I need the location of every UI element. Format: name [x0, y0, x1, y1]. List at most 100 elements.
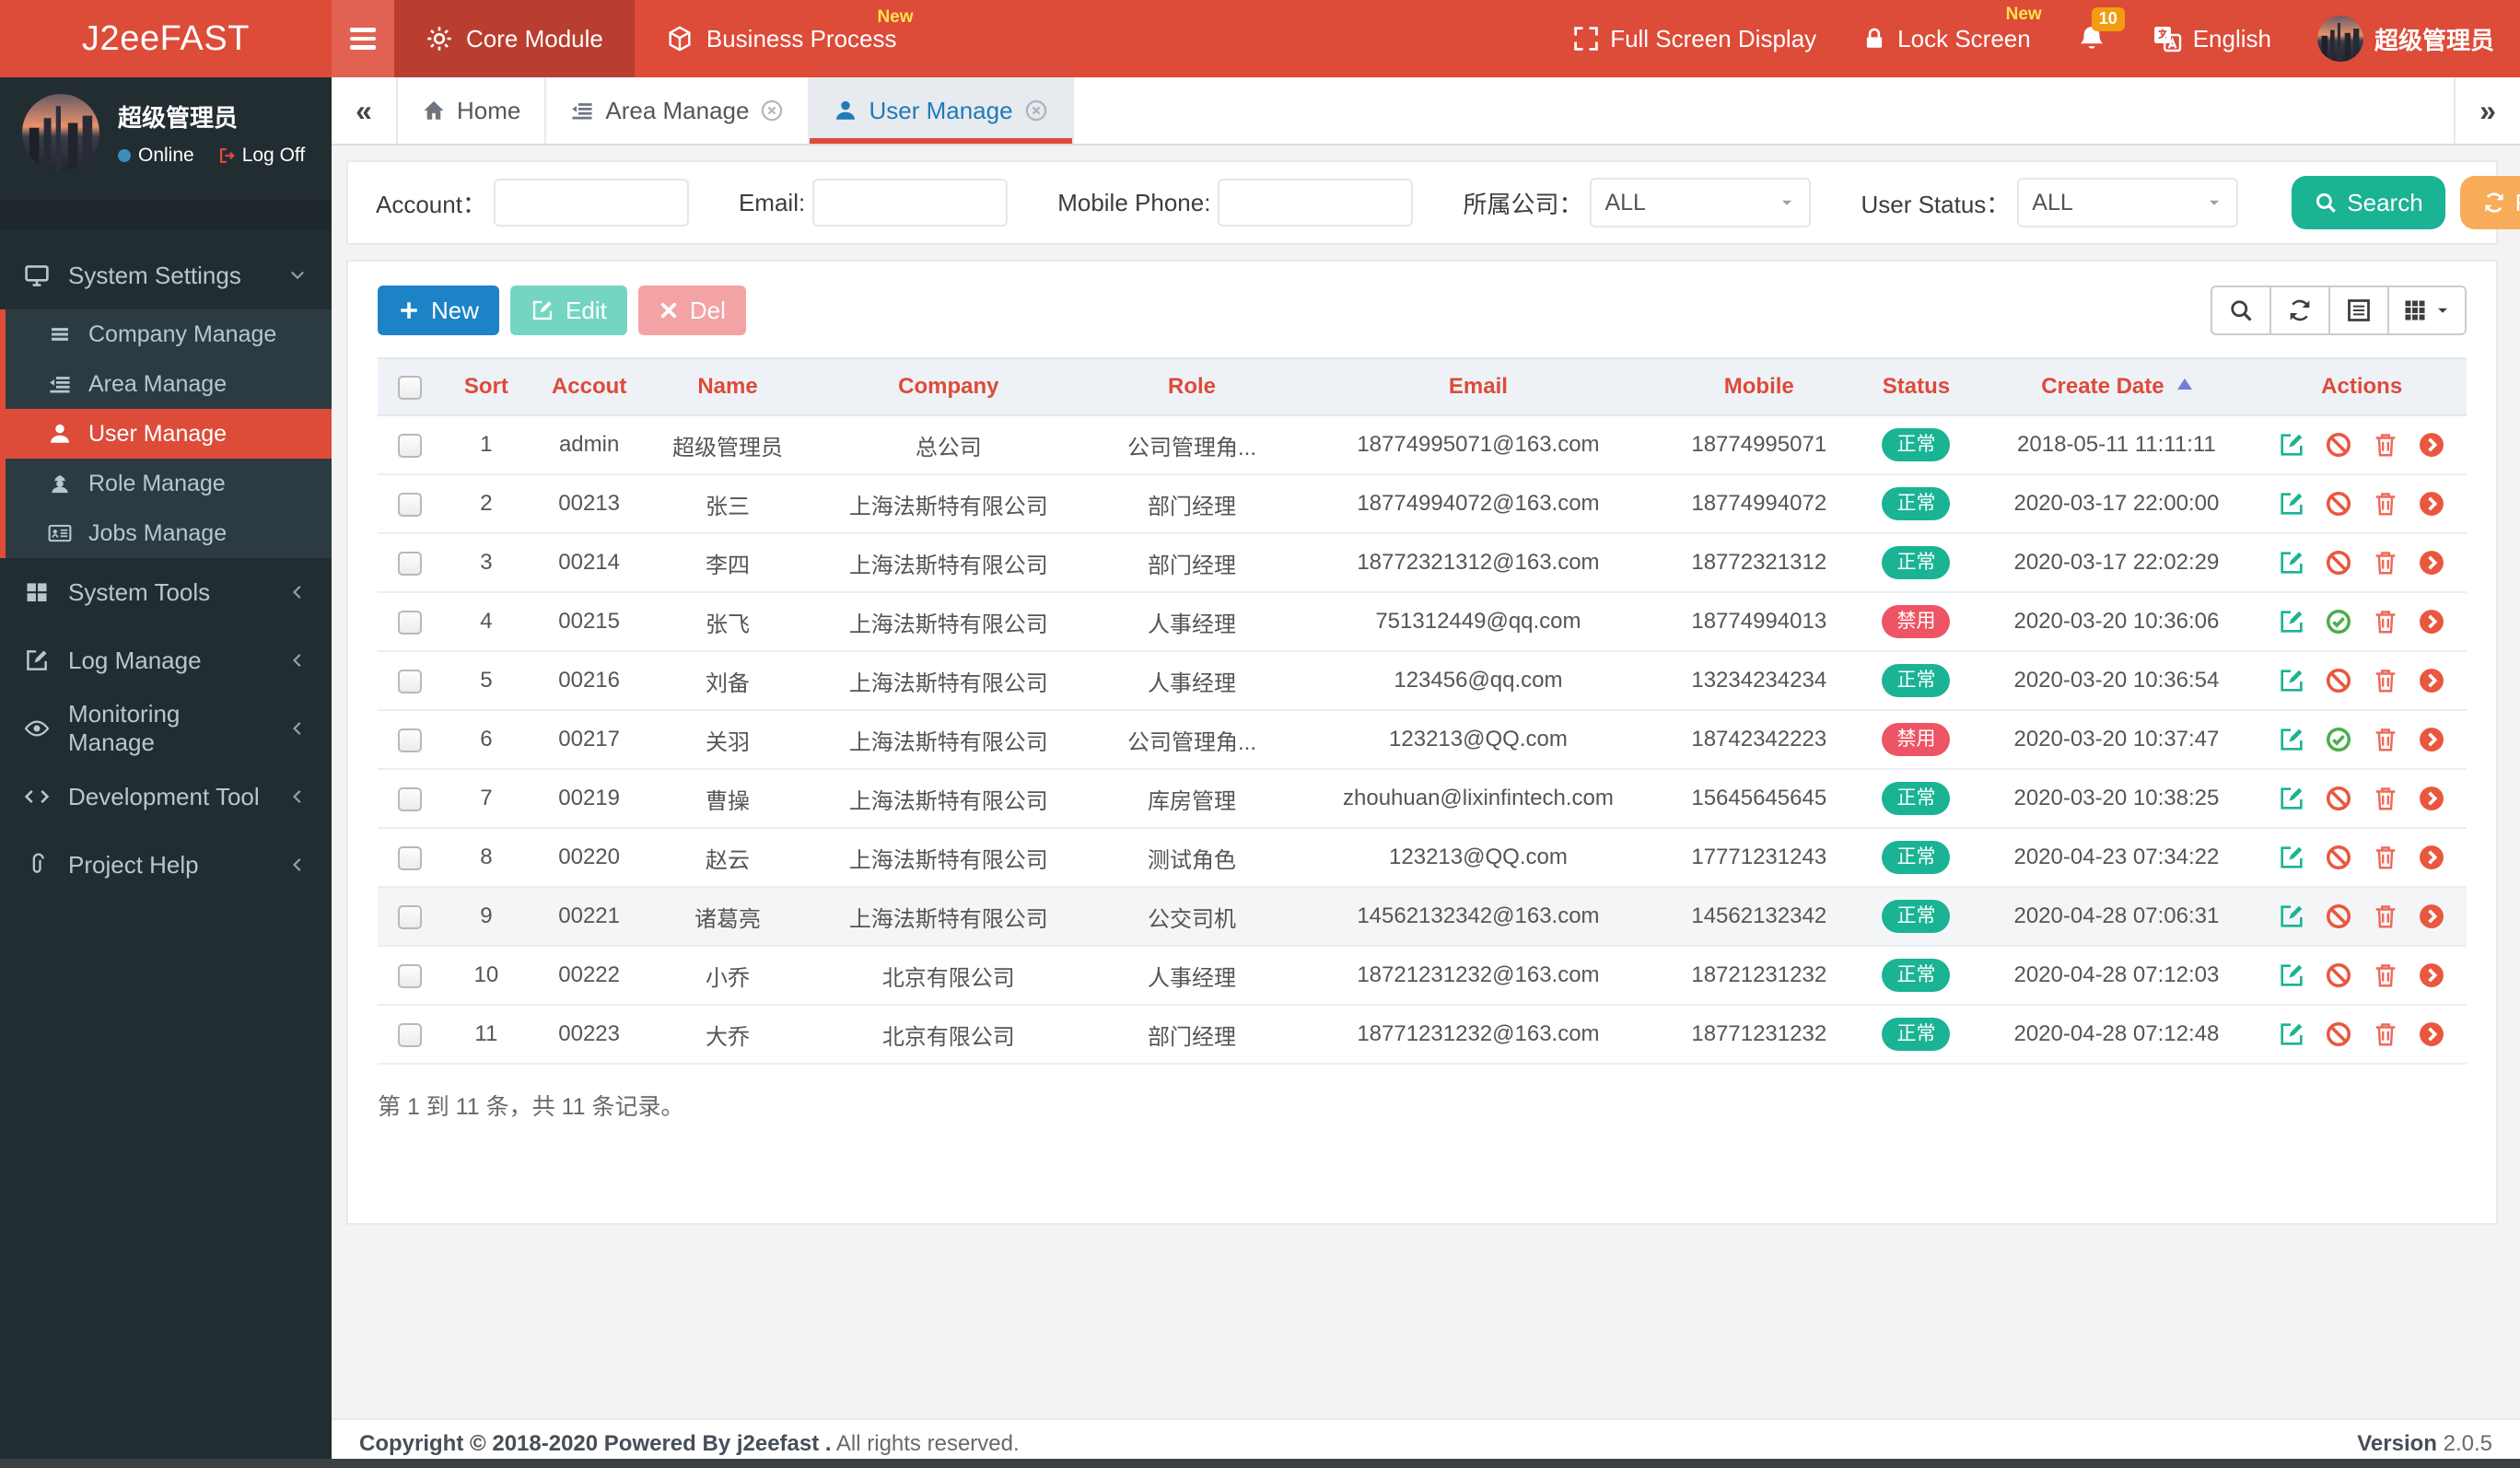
tab-area-manage[interactable]: Area Manage	[546, 77, 811, 144]
table-row[interactable]: 8 00220 赵云 上海法斯特有限公司 测试角色 123213@QQ.com …	[378, 828, 2467, 888]
del-button[interactable]: Del	[637, 285, 746, 335]
row-enable-icon[interactable]	[2325, 608, 2352, 635]
row-edit-icon[interactable]	[2278, 667, 2305, 694]
sidebar-item-system-settings[interactable]: System Settings	[0, 241, 332, 309]
sidebar-item-company-manage[interactable]: Company Manage	[6, 309, 332, 359]
row-more-icon[interactable]	[2418, 608, 2445, 635]
notifications-button[interactable]: 10	[2077, 7, 2125, 53]
close-icon[interactable]	[1024, 99, 1048, 122]
row-more-icon[interactable]	[2418, 667, 2445, 694]
new-button[interactable]: New	[378, 285, 500, 335]
row-checkbox[interactable]	[397, 786, 422, 811]
sidebar-item-jobs-manage[interactable]: Jobs Manage	[6, 508, 332, 558]
company-select[interactable]: ALL	[1590, 178, 1812, 227]
tabs-scroll-left-button[interactable]: «	[332, 77, 398, 144]
module-tab-core[interactable]: Core Module	[394, 0, 635, 77]
reset-button[interactable]: Reset	[2459, 176, 2520, 229]
row-disable-icon[interactable]	[2325, 844, 2352, 871]
row-edit-icon[interactable]	[2278, 844, 2305, 871]
row-checkbox[interactable]	[397, 1022, 422, 1047]
row-more-icon[interactable]	[2418, 1020, 2445, 1048]
sidebar-item-monitoring-manage[interactable]: Monitoring Manage	[0, 694, 332, 763]
row-edit-icon[interactable]	[2278, 785, 2305, 812]
refresh-button[interactable]	[2269, 285, 2330, 335]
edit-button[interactable]: Edit	[510, 285, 627, 335]
row-edit-icon[interactable]	[2278, 549, 2305, 577]
row-edit-icon[interactable]	[2278, 903, 2305, 930]
table-row[interactable]: 5 00216 刘备 上海法斯特有限公司 人事经理 123456@qq.com …	[378, 651, 2467, 711]
table-row[interactable]: 11 00223 大乔 北京有限公司 部门经理 18771231232@163.…	[378, 1005, 2467, 1065]
sidebar-item-area-manage[interactable]: Area Manage	[6, 359, 332, 409]
row-disable-icon[interactable]	[2325, 549, 2352, 577]
row-edit-icon[interactable]	[2278, 1020, 2305, 1048]
table-row[interactable]: 3 00214 李四 上海法斯特有限公司 部门经理 18772321312@16…	[378, 533, 2467, 593]
row-disable-icon[interactable]	[2325, 961, 2352, 989]
table-row[interactable]: 4 00215 张飞 上海法斯特有限公司 人事经理 751312449@qq.c…	[378, 592, 2467, 652]
table-row[interactable]: 7 00219 曹操 上海法斯特有限公司 库房管理 zhouhuan@lixin…	[378, 769, 2467, 829]
row-checkbox[interactable]	[397, 433, 422, 458]
table-row[interactable]: 2 00213 张三 上海法斯特有限公司 部门经理 18774994072@16…	[378, 474, 2467, 534]
row-more-icon[interactable]	[2418, 961, 2445, 989]
columns-button[interactable]	[2387, 285, 2467, 335]
tab-user-manage[interactable]: User Manage	[810, 77, 1074, 144]
row-checkbox[interactable]	[397, 904, 422, 929]
account-input[interactable]	[493, 179, 689, 227]
detail-view-button[interactable]	[2328, 285, 2389, 335]
row-edit-icon[interactable]	[2278, 961, 2305, 989]
sidebar-item-system-tools[interactable]: System Tools	[0, 558, 332, 626]
row-more-icon[interactable]	[2418, 903, 2445, 930]
row-checkbox[interactable]	[397, 492, 422, 517]
row-disable-icon[interactable]	[2325, 903, 2352, 930]
sidebar-toggle-button[interactable]	[332, 0, 394, 77]
user-status-select[interactable]: ALL	[2017, 178, 2239, 227]
row-delete-icon[interactable]	[2372, 961, 2399, 989]
row-disable-icon[interactable]	[2325, 667, 2352, 694]
row-checkbox[interactable]	[397, 610, 422, 635]
mobile-input[interactable]	[1218, 179, 1414, 227]
sidebar-item-project-help[interactable]: Project Help	[0, 831, 332, 899]
table-row[interactable]: 10 00222 小乔 北京有限公司 人事经理 18721231232@163.…	[378, 946, 2467, 1006]
table-row[interactable]: 9 00221 诸葛亮 上海法斯特有限公司 公交司机 14562132342@1…	[378, 887, 2467, 947]
tab-home[interactable]: Home	[398, 77, 547, 144]
row-disable-icon[interactable]	[2325, 490, 2352, 518]
row-edit-icon[interactable]	[2278, 608, 2305, 635]
row-checkbox[interactable]	[397, 669, 422, 693]
row-delete-icon[interactable]	[2372, 490, 2399, 518]
row-delete-icon[interactable]	[2372, 608, 2399, 635]
tabs-scroll-right-button[interactable]: »	[2454, 77, 2520, 144]
row-delete-icon[interactable]	[2372, 844, 2399, 871]
row-more-icon[interactable]	[2418, 490, 2445, 518]
row-delete-icon[interactable]	[2372, 667, 2399, 694]
row-edit-icon[interactable]	[2278, 431, 2305, 459]
row-checkbox[interactable]	[397, 845, 422, 870]
row-enable-icon[interactable]	[2325, 726, 2352, 753]
row-checkbox[interactable]	[397, 963, 422, 988]
email-input[interactable]	[812, 179, 1009, 227]
row-disable-icon[interactable]	[2325, 431, 2352, 459]
row-disable-icon[interactable]	[2325, 1020, 2352, 1048]
row-delete-icon[interactable]	[2372, 549, 2399, 577]
row-edit-icon[interactable]	[2278, 726, 2305, 753]
user-menu[interactable]: 超级管理员	[2316, 16, 2494, 62]
table-row[interactable]: 1 admin 超级管理员 总公司 公司管理角... 18774995071@1…	[378, 415, 2467, 475]
sidebar-item-user-manage[interactable]: User Manage	[6, 409, 332, 459]
row-delete-icon[interactable]	[2372, 1020, 2399, 1048]
sidebar-item-log-manage[interactable]: Log Manage	[0, 626, 332, 694]
col-create-date[interactable]: Create Date	[1976, 357, 2258, 416]
row-delete-icon[interactable]	[2372, 903, 2399, 930]
row-disable-icon[interactable]	[2325, 785, 2352, 812]
row-delete-icon[interactable]	[2372, 431, 2399, 459]
table-row[interactable]: 6 00217 关羽 上海法斯特有限公司 公司管理角... 123213@QQ.…	[378, 710, 2467, 770]
lock-screen-button[interactable]: Lock Screen New	[1862, 5, 2042, 53]
row-checkbox[interactable]	[397, 551, 422, 576]
row-more-icon[interactable]	[2418, 726, 2445, 753]
language-selector[interactable]: English	[2152, 24, 2271, 53]
row-more-icon[interactable]	[2418, 431, 2445, 459]
row-more-icon[interactable]	[2418, 549, 2445, 577]
toggle-search-button[interactable]	[2211, 285, 2271, 335]
select-all-checkbox[interactable]	[397, 375, 422, 400]
row-more-icon[interactable]	[2418, 844, 2445, 871]
row-checkbox[interactable]	[397, 728, 422, 752]
logoff-button[interactable]: Log Off	[218, 145, 305, 167]
module-tab-business[interactable]: Business Process New	[635, 0, 928, 77]
